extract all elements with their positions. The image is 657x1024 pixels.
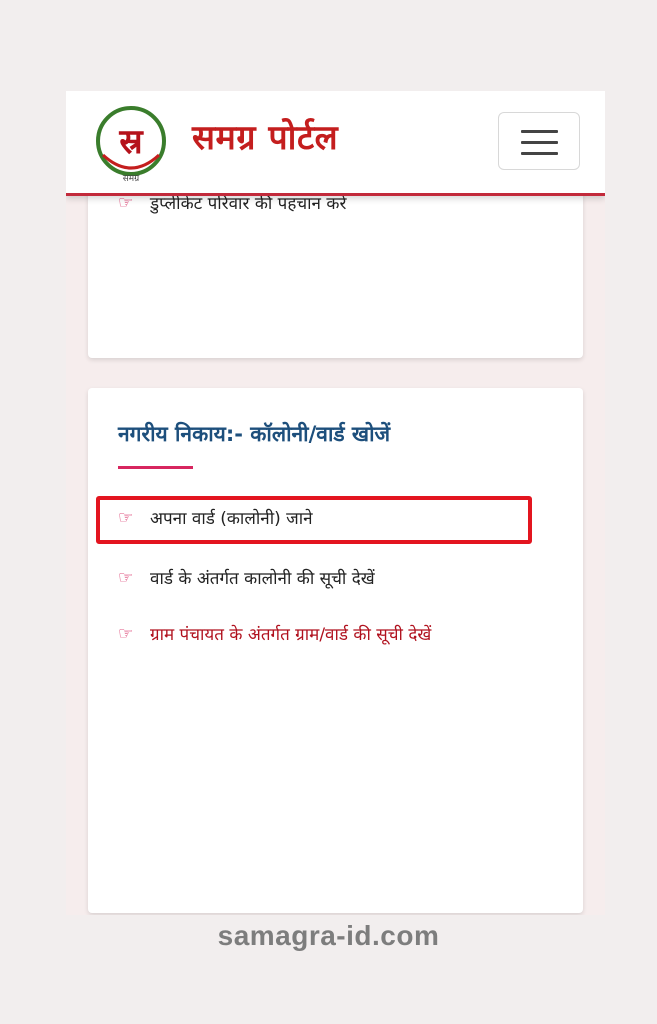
list-item-label: अपना वार्ड (कालोनी) जाने bbox=[150, 509, 313, 529]
menu-toggle-button[interactable] bbox=[498, 112, 580, 170]
pointing-hand-icon: ☞ bbox=[118, 507, 134, 528]
hamburger-icon bbox=[521, 130, 558, 133]
watermark-text: samagra-id.com bbox=[217, 920, 440, 951]
mobile-screen: ☞ डुप्लीकेट परिवार की पहचान करें स्र समग… bbox=[66, 91, 605, 915]
svg-text:समग्र: समग्र bbox=[123, 174, 140, 183]
ward-search-card: नगरीय निकाय:- कॉलोनी/वार्ड खोजें ☞ अपना … bbox=[88, 388, 583, 913]
title-underline bbox=[118, 466, 193, 469]
svg-text:स्र: स्र bbox=[118, 122, 144, 162]
list-item-know-ward[interactable]: ☞ अपना वार्ड (कालोनी) जाने bbox=[118, 506, 313, 530]
hamburger-line bbox=[521, 152, 558, 155]
top-navbar: स्र समग्र समग्र पोर्टल bbox=[66, 91, 605, 196]
brand-title: समग्र पोर्टल bbox=[192, 118, 339, 158]
list-item-label: वार्ड के अंतर्गत कालोनी की सूची देखें bbox=[150, 569, 375, 589]
list-item-colony-list[interactable]: ☞ वार्ड के अंतर्गत कालोनी की सूची देखें bbox=[118, 566, 375, 590]
samagra-logo[interactable]: स्र समग्र bbox=[91, 103, 171, 183]
pointing-hand-icon: ☞ bbox=[118, 567, 134, 588]
list-item-village-ward-list[interactable]: ☞ ग्राम पंचायत के अंतर्गत ग्राम/वार्ड की… bbox=[118, 622, 432, 646]
pointing-hand-icon: ☞ bbox=[118, 623, 134, 644]
list-item-label: ग्राम पंचायत के अंतर्गत ग्राम/वार्ड की स… bbox=[150, 625, 432, 645]
section-title: नगरीय निकाय:- कॉलोनी/वार्ड खोजें bbox=[118, 422, 391, 446]
hamburger-line bbox=[521, 141, 558, 144]
